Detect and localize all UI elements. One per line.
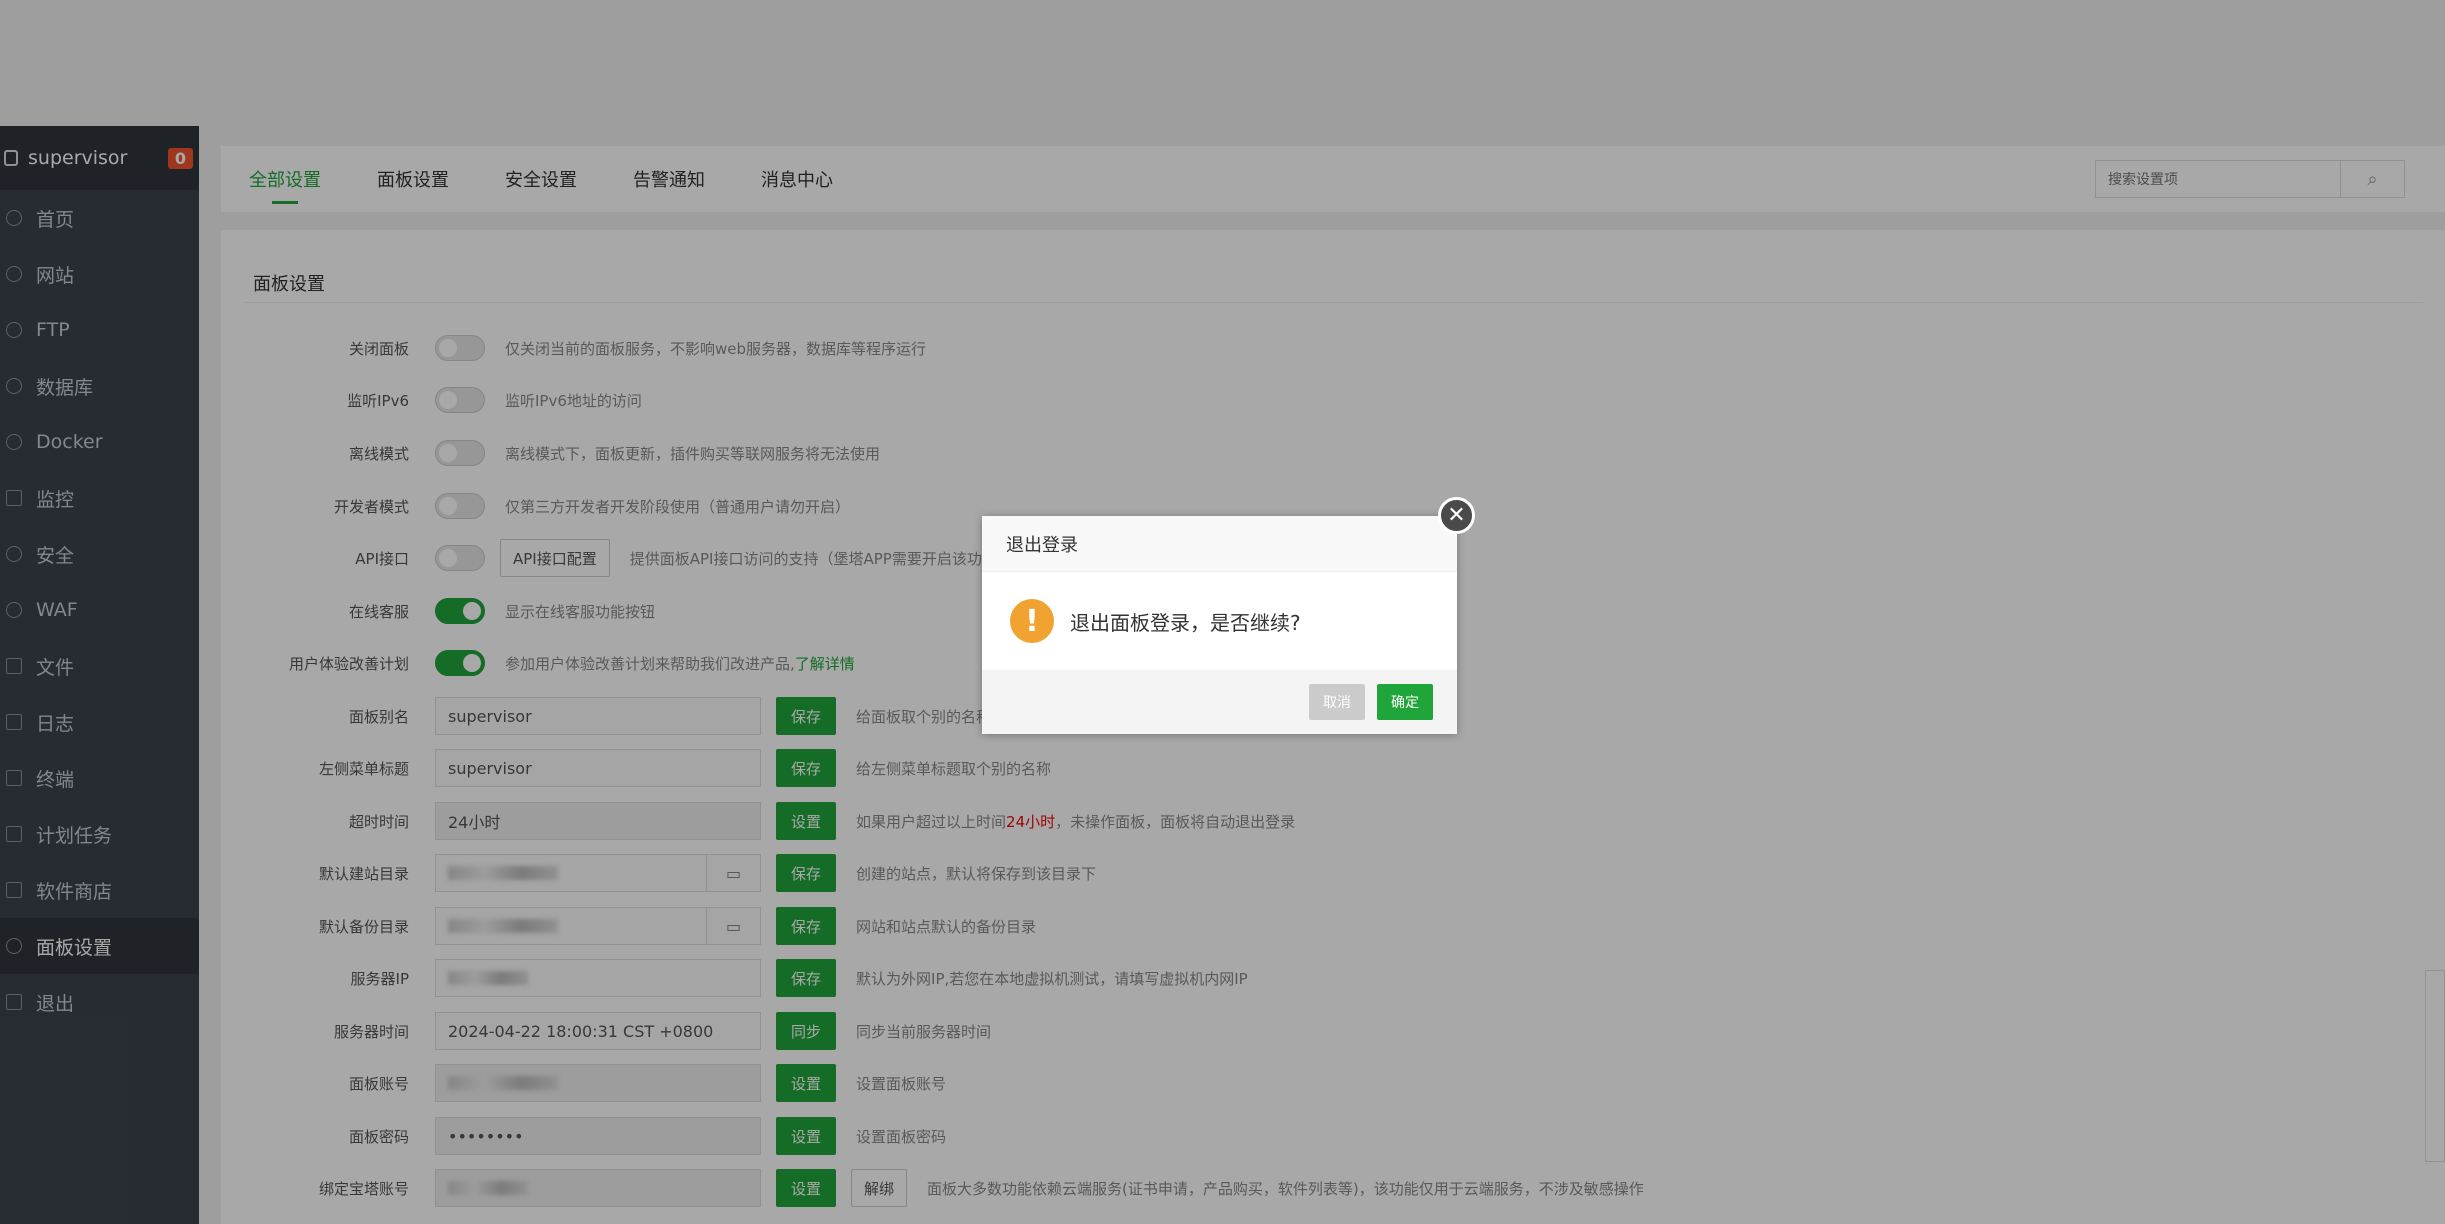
- close-icon[interactable]: ✕: [1438, 497, 1475, 534]
- cancel-button[interactable]: 取消: [1309, 684, 1365, 720]
- logout-dialog: 退出登录 ! 退出面板登录，是否继续? 取消 确定: [982, 516, 1457, 734]
- dialog-body: ! 退出面板登录，是否继续?: [982, 572, 1457, 670]
- warning-icon: !: [1010, 599, 1054, 643]
- dialog-message: 退出面板登录，是否继续?: [1070, 610, 1301, 635]
- confirm-button[interactable]: 确定: [1377, 684, 1433, 720]
- dialog-footer: 取消 确定: [982, 670, 1457, 734]
- dialog-title: 退出登录: [982, 516, 1457, 572]
- page: supervisor 0 首页 网站 FTP 数据库 Docker 监控 安全 …: [0, 0, 2445, 1224]
